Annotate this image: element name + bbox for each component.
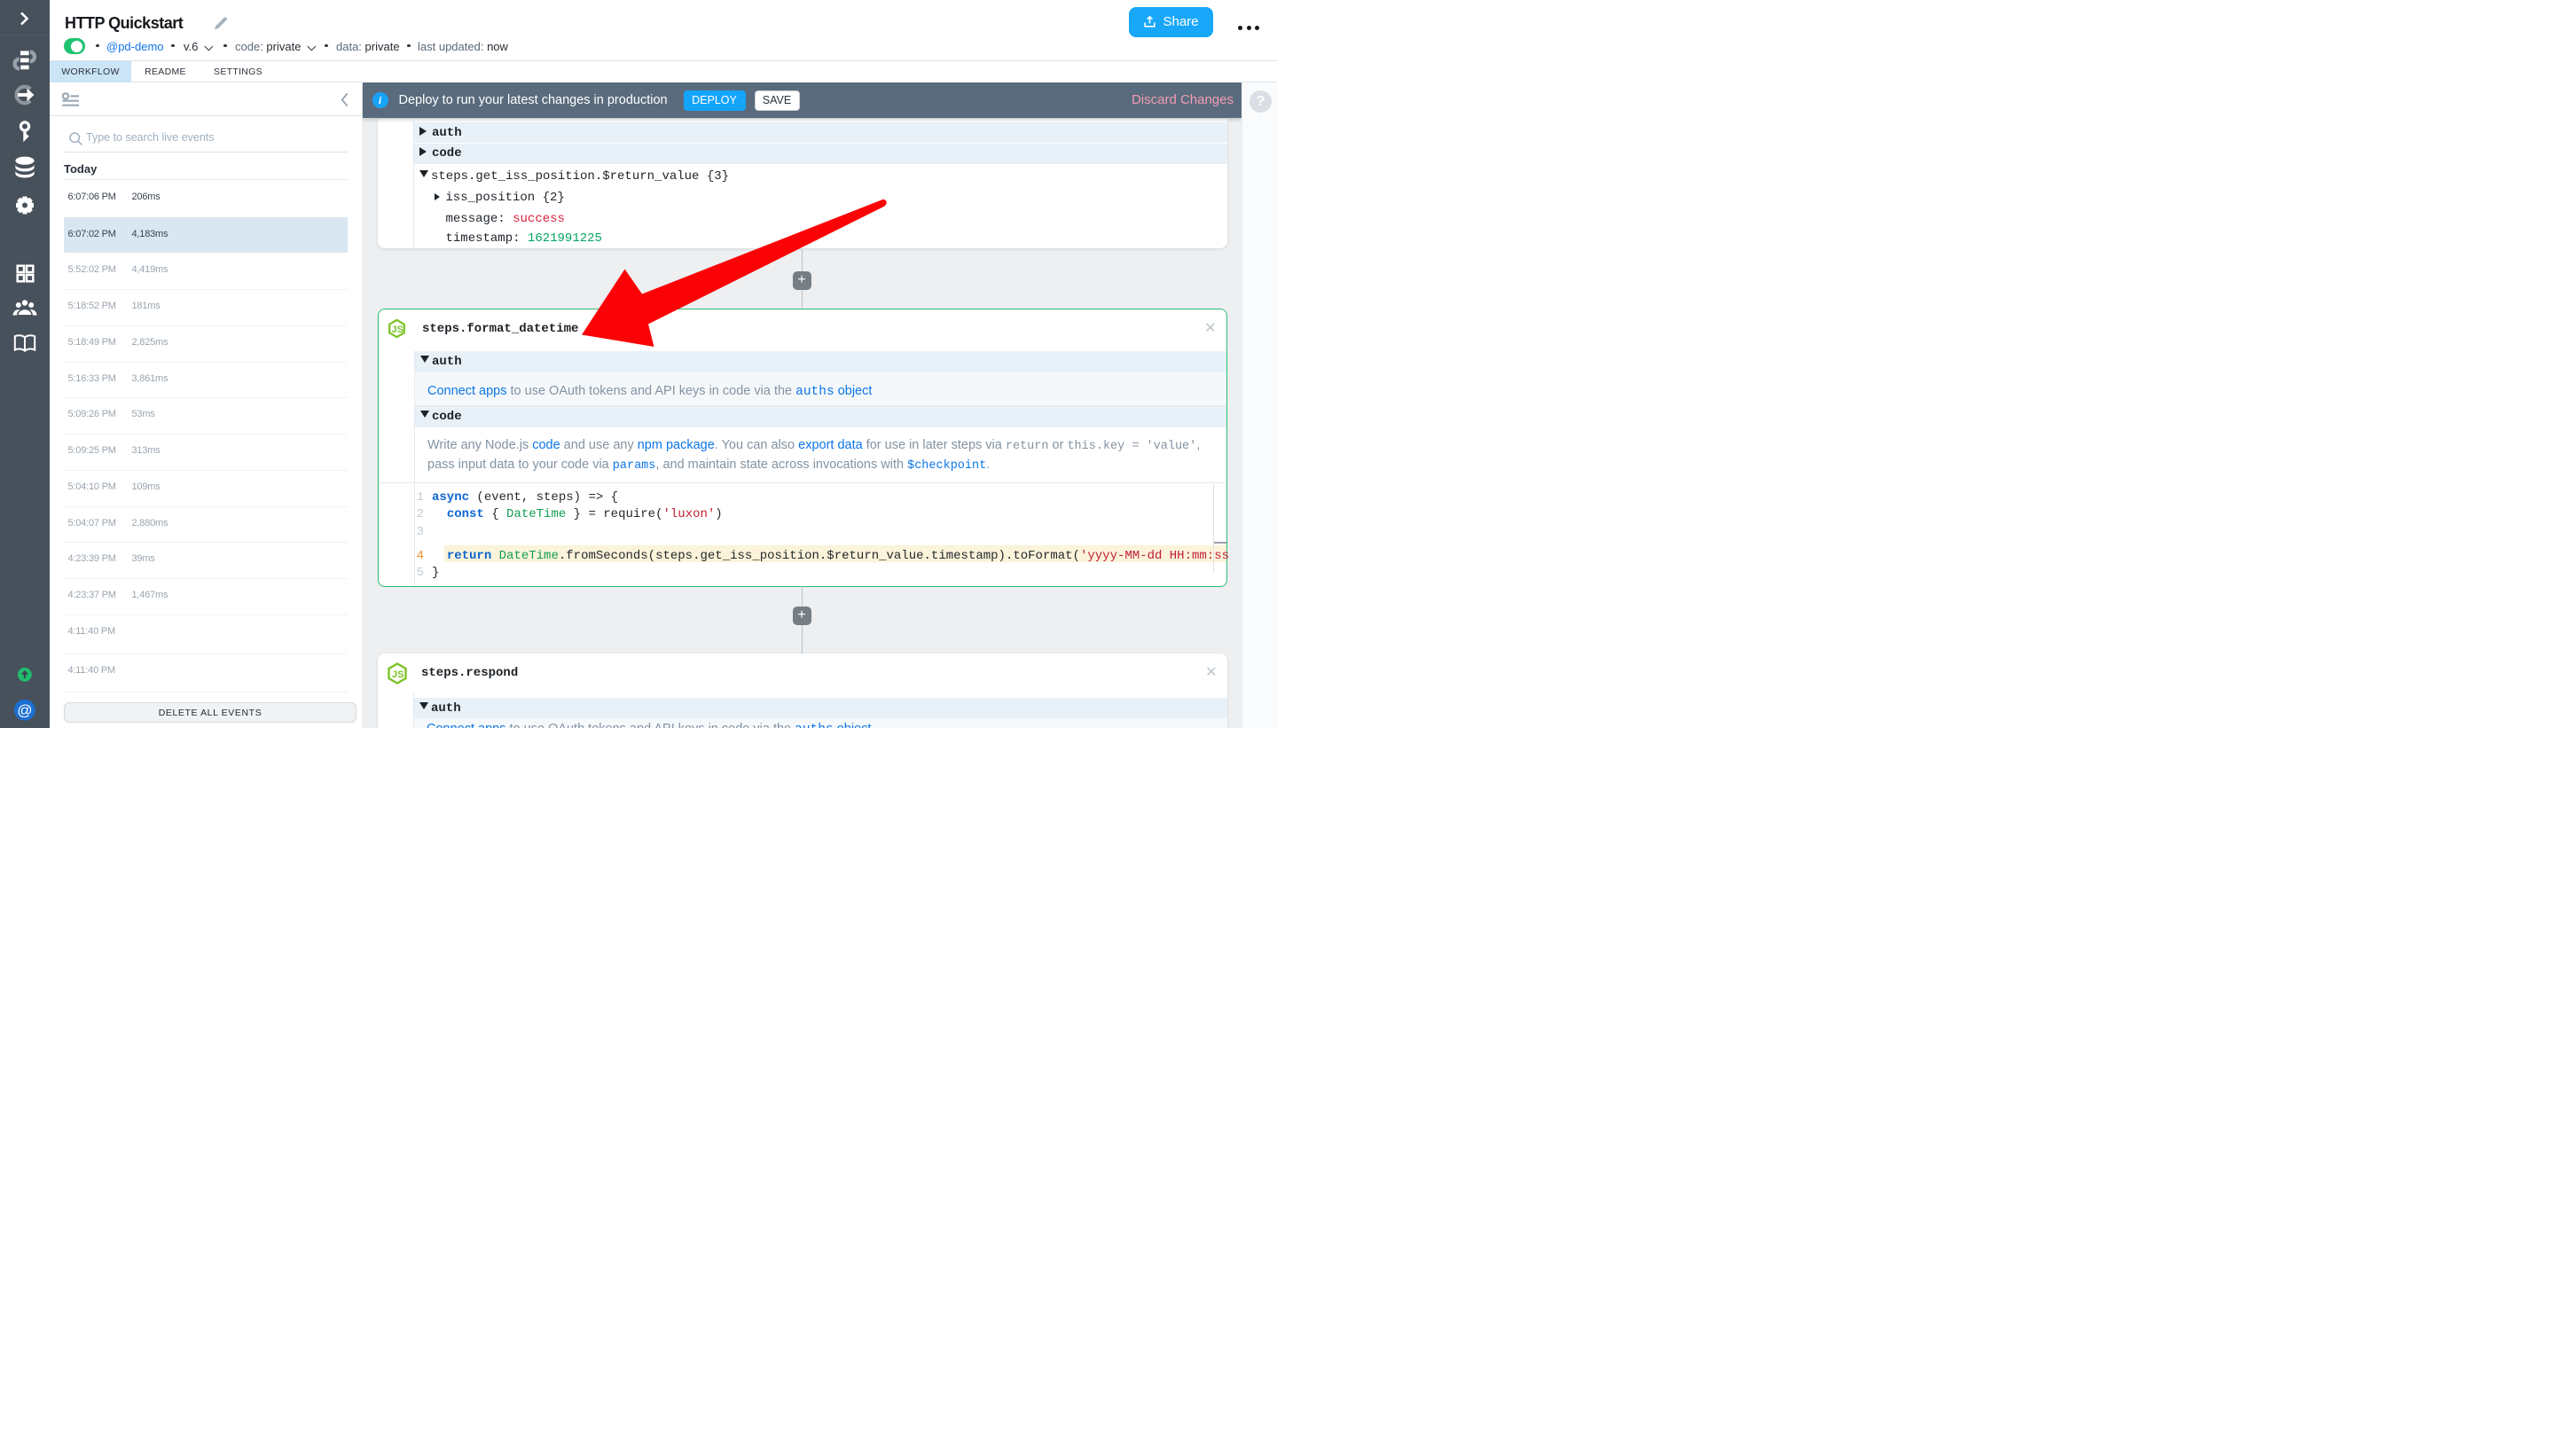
svg-text:@: @ <box>17 702 32 719</box>
svg-text:JS: JS <box>392 669 403 680</box>
svg-text:JS: JS <box>391 324 403 334</box>
